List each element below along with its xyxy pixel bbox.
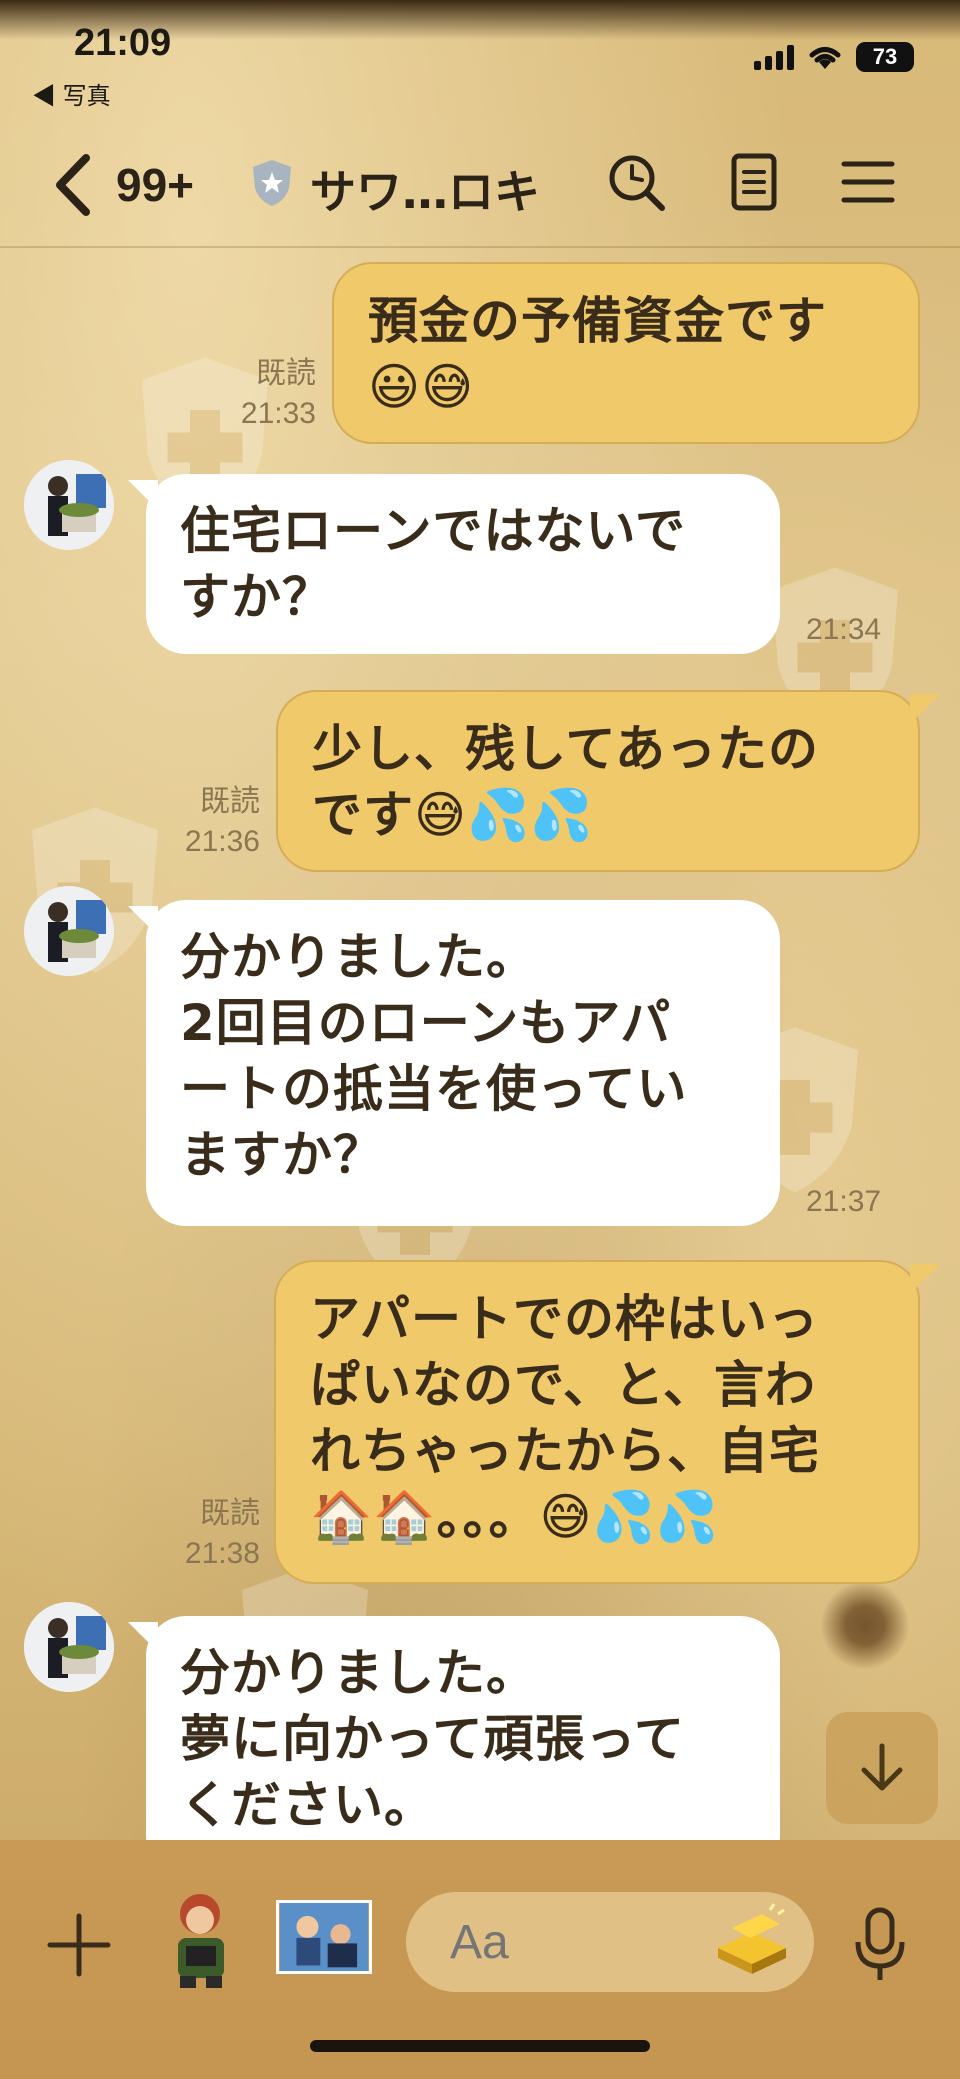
message-meta: 既読 21:33 xyxy=(196,354,316,434)
chat-title[interactable]: サワ…ロキ xyxy=(310,156,540,222)
sticker-image-icon[interactable] xyxy=(276,1900,372,1974)
notes-icon[interactable] xyxy=(722,150,786,214)
avatar[interactable] xyxy=(24,1602,114,1692)
message-text: です😅💦💦 xyxy=(312,786,594,844)
message-time: 21:36 xyxy=(184,825,260,858)
battery-indicator: 73 xyxy=(856,42,914,72)
message-text: 🏠🏠。。。😅💦💦 xyxy=(310,1488,720,1546)
message-text: 住宅ローンではないで xyxy=(180,502,686,560)
status-bar: 21:09 ◀ 写真 73 xyxy=(0,0,960,110)
message-text: 2回目のローンもアパ xyxy=(180,994,672,1052)
message-text: ぱいなので、と、言わ xyxy=(310,1356,816,1414)
gold-bar-icon[interactable] xyxy=(712,1902,792,1978)
message-input[interactable] xyxy=(450,1912,650,1972)
message-text: ますか？ xyxy=(180,1126,384,1184)
avatar[interactable] xyxy=(24,886,114,976)
shield-badge-icon xyxy=(253,160,291,206)
message-text: ください。 xyxy=(180,1776,435,1834)
scroll-down-icon xyxy=(861,1743,903,1791)
header-divider xyxy=(0,246,960,248)
back-chevron-icon[interactable] xyxy=(50,152,94,218)
message-text: 預金の予備資金です xyxy=(368,292,827,350)
incoming-message-bubble[interactable]: 分かりました。 2回目のローンもアパ ートの抵当を使ってい ますか？ xyxy=(146,900,780,1226)
search-icon[interactable] xyxy=(604,150,668,214)
crack-decoration xyxy=(820,1580,910,1670)
read-receipt: 既読 xyxy=(256,357,316,390)
status-icons: 73 xyxy=(754,42,914,72)
message-text: アパートでの枠はいっ xyxy=(310,1290,819,1348)
message-emoji: 😃😅 xyxy=(368,358,475,416)
message-time: 21:38 xyxy=(184,1537,260,1570)
message-time: 21:34 xyxy=(806,613,882,646)
message-text: すか？ xyxy=(180,568,333,626)
status-time: 21:09 xyxy=(74,22,172,64)
message-time: 21:33 xyxy=(240,397,316,430)
message-text: 分かりました。 xyxy=(180,928,537,986)
message-time: 21:37 xyxy=(806,1185,882,1218)
message-text: ートの抵当を使ってい xyxy=(180,1060,688,1118)
read-receipt: 既読 xyxy=(200,1497,260,1530)
outgoing-message-bubble[interactable]: 少し、残してあったの です😅💦💦 xyxy=(276,690,920,872)
outgoing-message-bubble[interactable]: 預金の予備資金です 😃😅 xyxy=(332,262,920,444)
menu-icon[interactable] xyxy=(836,150,900,214)
message-text: 夢に向かって頑張って xyxy=(180,1710,685,1768)
plus-icon[interactable] xyxy=(44,1910,114,1980)
wifi-icon xyxy=(809,47,841,69)
unread-count[interactable]: 99+ xyxy=(116,158,194,212)
message-text: 分かりました。 xyxy=(180,1644,537,1702)
read-receipt: 既読 xyxy=(200,785,260,818)
message-meta: 既読 21:38 xyxy=(136,1494,260,1574)
sticker-character-icon[interactable] xyxy=(160,1890,242,1990)
message-text: 少し、残してあったの xyxy=(312,720,819,778)
cellular-signal-icon xyxy=(754,44,794,70)
chat-header: 99+ サワ…ロキ xyxy=(0,130,960,240)
incoming-message-bubble[interactable]: 分かりました。 夢に向かって頑張って ください。 xyxy=(146,1616,780,1876)
home-indicator[interactable] xyxy=(310,2040,650,2052)
message-text: れちゃったから、自宅 xyxy=(310,1422,820,1480)
incoming-message-bubble[interactable]: 住宅ローンではないで すか？ xyxy=(146,474,780,654)
microphone-icon[interactable] xyxy=(852,1906,908,1986)
back-to-app-link[interactable]: ◀ 写真 xyxy=(32,76,111,111)
message-meta: 既読 21:36 xyxy=(136,782,260,862)
avatar[interactable] xyxy=(24,460,114,550)
outgoing-message-bubble[interactable]: アパートでの枠はいっ ぱいなので、と、言わ れちゃったから、自宅 🏠🏠。。。😅💦… xyxy=(274,1260,920,1584)
scroll-to-bottom-button[interactable] xyxy=(826,1712,938,1824)
